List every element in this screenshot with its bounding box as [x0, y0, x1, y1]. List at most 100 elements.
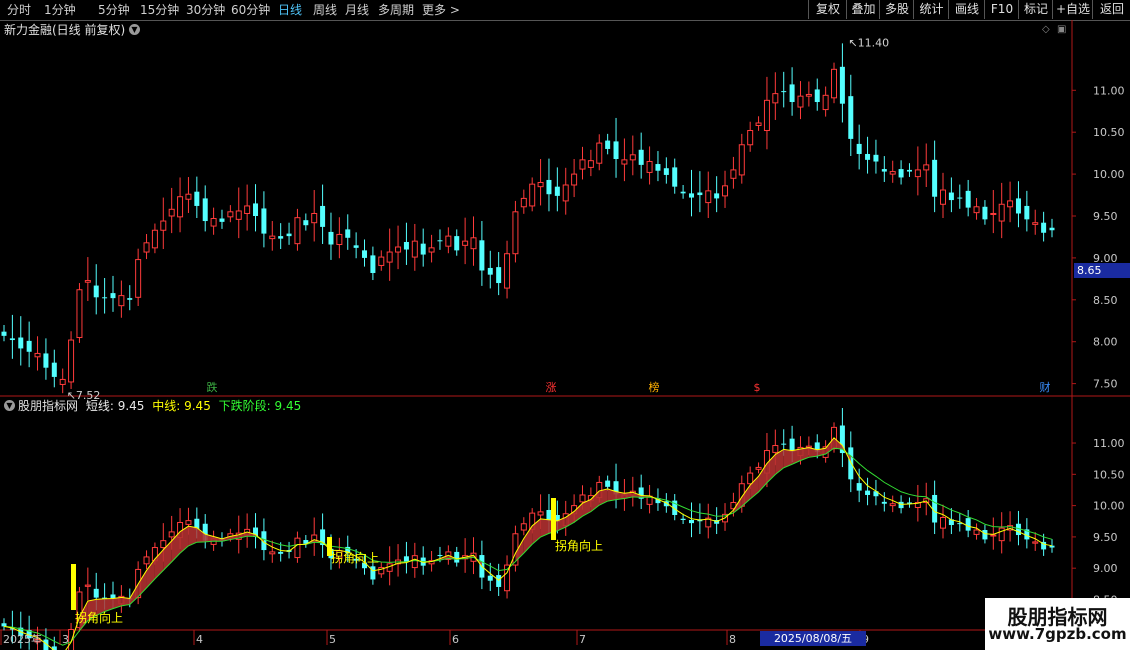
candlestick-chart[interactable]: 11.00 10.50 10.00 9.50 9.00 8.50 8.00 7.50 11.00… — [0, 0, 1130, 650]
ribbon-segment — [146, 558, 155, 588]
ind-candle — [118, 595, 125, 605]
tab-5min[interactable]: 5分钟 — [98, 2, 130, 18]
main-candle — [596, 142, 603, 164]
ind-candle — [328, 548, 334, 559]
ind-candle — [914, 501, 921, 508]
ind-candle — [730, 501, 737, 510]
main-candle — [269, 235, 276, 240]
x-axis-label: 3 — [62, 633, 69, 646]
main-y-tick-label: 7.50 — [1093, 378, 1118, 391]
tab-daily[interactable]: 日线 — [278, 2, 302, 18]
main-candle — [881, 169, 887, 172]
ind-candle — [865, 490, 871, 495]
adjust-button[interactable]: 复权 — [808, 0, 847, 19]
add-watchlist-button[interactable]: +自选 — [1052, 0, 1093, 19]
tab-monthly[interactable]: 月线 — [345, 2, 369, 18]
overlay-button[interactable]: 叠加 — [846, 0, 880, 19]
tab-weekly[interactable]: 周线 — [313, 2, 337, 18]
ind-candle — [680, 518, 686, 521]
tab-multi-period[interactable]: 多周期 — [378, 2, 414, 18]
ind-candle — [973, 529, 980, 535]
ind-candle — [781, 443, 787, 445]
ribbon-segment — [112, 597, 122, 609]
main-candle — [1007, 200, 1014, 208]
ind-candle — [294, 537, 301, 559]
main-candle — [84, 280, 91, 283]
ind-candle — [320, 529, 326, 546]
tab-30min[interactable]: 30分钟 — [186, 2, 225, 18]
main-candle — [529, 183, 536, 207]
ind-candle — [797, 446, 804, 457]
ind-candle — [177, 522, 184, 539]
multi-stock-button[interactable]: 多股 — [879, 0, 914, 19]
tab-15min[interactable]: 15分钟 — [140, 2, 179, 18]
main-candle — [160, 220, 167, 231]
ind-candle — [805, 445, 812, 448]
main-candle — [496, 267, 502, 284]
ind-candle — [621, 494, 628, 499]
main-y-tick-label: 8.50 — [1093, 294, 1118, 307]
ind-candle — [185, 520, 192, 525]
ribbon-segment — [548, 519, 558, 534]
ind-candle — [9, 628, 15, 630]
main-candle — [1049, 227, 1055, 231]
main-candle — [965, 190, 971, 208]
tab-1min[interactable]: 1分钟 — [44, 2, 76, 18]
ribbon-segment — [314, 539, 323, 543]
ind-candle — [1, 623, 7, 627]
ind-candle — [487, 575, 493, 581]
ind-candle — [34, 639, 41, 643]
ind-candle — [437, 555, 443, 557]
main-candle — [998, 203, 1005, 222]
main-candle — [219, 218, 225, 222]
ind-candle — [43, 639, 49, 650]
ind-candle — [906, 502, 912, 504]
main-candle — [437, 240, 443, 242]
main-candle — [898, 169, 904, 178]
ind-candle — [1041, 541, 1047, 550]
ind-candle — [160, 540, 167, 549]
main-candle — [923, 164, 930, 171]
ribbon-segment — [87, 599, 97, 621]
chevron-down-icon[interactable]: ▼ — [129, 24, 140, 35]
mark-button[interactable]: 标记 — [1018, 0, 1053, 19]
ind-candle — [210, 538, 217, 545]
ind-candle — [411, 555, 418, 569]
ind-candle — [605, 480, 611, 487]
ribbon-segment — [834, 437, 843, 450]
main-candle — [102, 297, 108, 299]
statistics-button[interactable]: 统计 — [913, 0, 949, 19]
ribbon-segment — [180, 526, 189, 554]
main-candle — [722, 185, 729, 197]
signal-label: 拐角向上 — [555, 538, 603, 553]
tab-timeshare[interactable]: 分时 — [7, 2, 31, 18]
ribbon-segment — [196, 527, 206, 543]
main-candle — [605, 140, 611, 149]
ind-candle — [336, 550, 343, 559]
ribbon-segment — [247, 532, 256, 537]
x-axis-label: 2025年 — [3, 632, 42, 646]
main-candle — [1032, 222, 1039, 225]
f10-button[interactable]: F10 — [984, 0, 1019, 19]
ribbon-segment — [565, 511, 575, 528]
ind-candle — [202, 523, 208, 541]
ribbon-segment — [456, 557, 466, 560]
main-candle — [789, 84, 795, 103]
window-icon[interactable]: ▣ — [1057, 24, 1066, 35]
ind-candle — [102, 597, 108, 599]
ribbon-segment — [238, 532, 248, 539]
main-candle — [311, 212, 318, 224]
main-candle — [562, 184, 569, 202]
main-candle — [202, 198, 208, 222]
back-button[interactable]: 返回 — [1092, 0, 1130, 19]
ind-candle — [428, 560, 435, 565]
main-candle — [151, 229, 158, 249]
main-candle — [697, 192, 703, 196]
ind-y-tick-label: 11.00 — [1093, 437, 1125, 450]
ind-candle — [889, 503, 896, 507]
tab-more[interactable]: 更多 > — [422, 2, 460, 18]
main-y-tick-label: 11.00 — [1093, 84, 1125, 97]
draw-line-button[interactable]: 画线 — [948, 0, 985, 19]
tab-60min[interactable]: 60分钟 — [231, 2, 270, 18]
diamond-icon[interactable]: ◇ — [1042, 24, 1050, 35]
